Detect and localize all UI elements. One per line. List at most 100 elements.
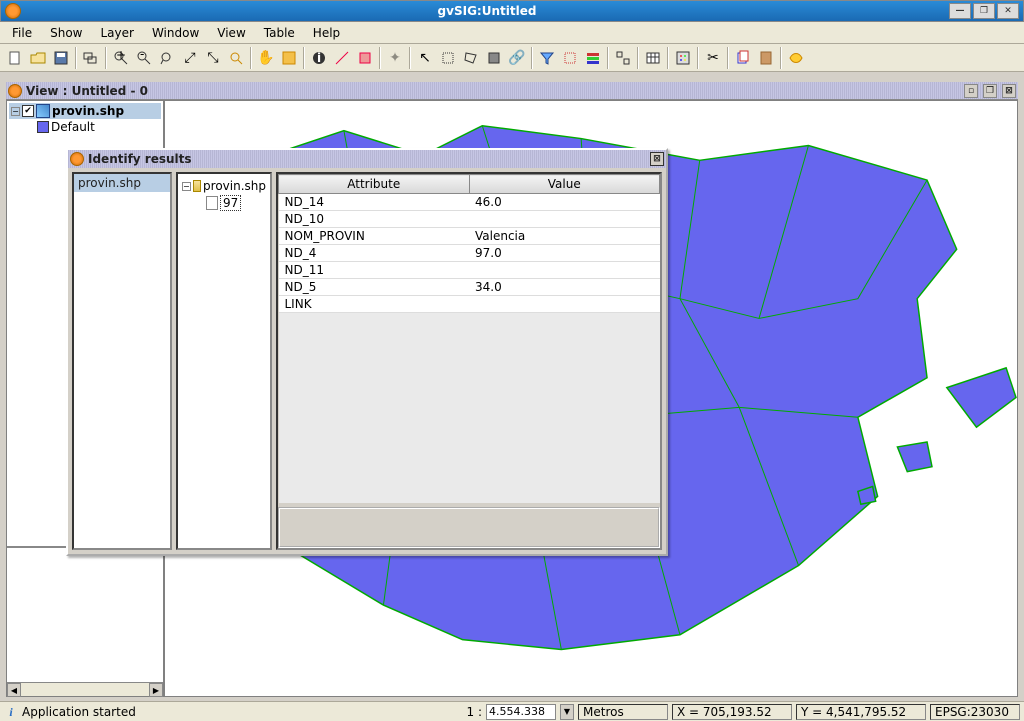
open-icon[interactable] <box>27 47 49 69</box>
table-row[interactable]: NOM_PROVINValencia <box>279 228 660 245</box>
info-icon: i <box>4 705 18 719</box>
tree-root-label: provin.shp <box>203 179 266 193</box>
scale-input[interactable] <box>486 704 556 720</box>
select-poly-icon[interactable] <box>460 47 482 69</box>
tree-toggle-icon[interactable]: − <box>11 107 20 116</box>
value-cell <box>469 296 660 313</box>
table-row[interactable]: ND_11 <box>279 262 660 279</box>
value-cell: Valencia <box>469 228 660 245</box>
menu-help[interactable]: Help <box>305 24 348 42</box>
status-bar: i Application started 1 : ▼ Metros X = 7… <box>0 701 1024 721</box>
menu-show[interactable]: Show <box>42 24 90 42</box>
table-row[interactable]: ND_1446.0 <box>279 194 660 211</box>
view-manager-icon[interactable] <box>80 47 102 69</box>
value-cell <box>469 211 660 228</box>
toc-layer-row[interactable]: − ✔ provin.shp <box>9 103 161 119</box>
toc-legend-row[interactable]: Default <box>9 119 161 135</box>
table-icon[interactable] <box>642 47 664 69</box>
identify-layer-item[interactable]: provin.shp <box>74 174 170 192</box>
identify-feature-tree[interactable]: − provin.shp 97 <box>176 172 272 550</box>
view-iconify-button[interactable]: ▫ <box>964 84 978 98</box>
zoom-prev-icon[interactable] <box>156 47 178 69</box>
app-icon <box>5 3 21 19</box>
full-extent-icon[interactable]: ⤢ <box>179 47 201 69</box>
identify-icon[interactable]: i <box>308 47 330 69</box>
scroll-right-icon[interactable]: ▶ <box>149 683 163 697</box>
zoom-selection-icon[interactable] <box>225 47 247 69</box>
select-rect-icon[interactable] <box>437 47 459 69</box>
table-row[interactable]: ND_497.0 <box>279 245 660 262</box>
locate-icon[interactable] <box>612 47 634 69</box>
raster-icon[interactable] <box>672 47 694 69</box>
tree-root-node[interactable]: − provin.shp <box>182 178 266 194</box>
table-row[interactable]: ND_10 <box>279 211 660 228</box>
toolbar-separator <box>303 47 305 69</box>
identify-layer-list[interactable]: provin.shp <box>72 172 172 550</box>
toolbar: + - ⤢ ⤡ ✋ i ✦ ↖ 🔗 ✂ <box>0 44 1024 72</box>
zoom-layer-icon[interactable]: ⤡ <box>202 47 224 69</box>
epsg-cell: EPSG:23030 <box>930 704 1020 720</box>
link-icon[interactable]: 🔗 <box>506 47 528 69</box>
identify-results-dialog[interactable]: Identify results ⊠ provin.shp − provin.s… <box>66 148 668 556</box>
layer-visibility-checkbox[interactable]: ✔ <box>22 105 34 117</box>
menu-bar: File Show Layer Window View Table Help <box>0 22 1024 44</box>
svg-text:-: - <box>140 50 144 61</box>
folder-icon <box>193 180 201 192</box>
copy-icon[interactable] <box>732 47 754 69</box>
geoprocess-icon[interactable] <box>785 47 807 69</box>
identify-icon <box>70 152 84 166</box>
table-row[interactable]: ND_534.0 <box>279 279 660 296</box>
tree-feature-label: 97 <box>220 195 241 211</box>
table-row[interactable]: LINK <box>279 296 660 313</box>
new-icon[interactable] <box>4 47 26 69</box>
minimize-button[interactable]: — <box>949 3 971 19</box>
window-titlebar: gvSIG:Untitled — ❐ ✕ <box>0 0 1024 22</box>
extent-frame-icon[interactable] <box>278 47 300 69</box>
scroll-left-icon[interactable]: ◀ <box>7 683 21 697</box>
attr-cell: LINK <box>279 296 470 313</box>
coord-y-cell: Y = 4,541,795.52 <box>796 704 926 720</box>
clear-sel-icon[interactable] <box>559 47 581 69</box>
zoom-out-icon[interactable]: - <box>133 47 155 69</box>
view-restore-button[interactable]: ❐ <box>983 84 997 98</box>
invert-sel-icon[interactable] <box>483 47 505 69</box>
attr-header[interactable]: Attribute <box>279 175 470 194</box>
save-icon[interactable] <box>50 47 72 69</box>
filter-icon[interactable] <box>536 47 558 69</box>
identify-close-button[interactable]: ⊠ <box>650 152 664 166</box>
attribute-table[interactable]: Attribute Value ND_1446.0 ND_10 NOM_PROV… <box>278 174 660 503</box>
close-button[interactable]: ✕ <box>997 3 1019 19</box>
value-header[interactable]: Value <box>469 175 660 194</box>
pan-icon[interactable]: ✋ <box>255 47 277 69</box>
toolbar-separator <box>607 47 609 69</box>
toolbar-separator <box>637 47 639 69</box>
identify-detail-panel <box>278 507 660 549</box>
paste-icon[interactable] <box>755 47 777 69</box>
menu-layer[interactable]: Layer <box>92 24 141 42</box>
menu-table[interactable]: Table <box>256 24 303 42</box>
toolbar-separator <box>409 47 411 69</box>
menu-file[interactable]: File <box>4 24 40 42</box>
document-icon <box>206 196 218 210</box>
pointer-icon[interactable]: ↖ <box>414 47 436 69</box>
tree-feature-node[interactable]: 97 <box>206 194 266 212</box>
tools-icon[interactable]: ✂ <box>702 47 724 69</box>
toolbar-separator <box>531 47 533 69</box>
zoom-in-icon[interactable]: + <box>110 47 132 69</box>
attributes-icon[interactable] <box>582 47 604 69</box>
identify-dialog-titlebar[interactable]: Identify results ⊠ <box>68 150 666 168</box>
menu-view[interactable]: View <box>209 24 253 42</box>
menu-window[interactable]: Window <box>144 24 207 42</box>
measure-dist-icon[interactable] <box>331 47 353 69</box>
shapefile-icon <box>36 104 50 118</box>
value-cell: 97.0 <box>469 245 660 262</box>
maximize-button[interactable]: ❐ <box>973 3 995 19</box>
toolbar-separator <box>780 47 782 69</box>
measure-area-icon[interactable] <box>354 47 376 69</box>
window-title: gvSIG:Untitled <box>27 4 947 18</box>
view-close-button[interactable]: ⊠ <box>1002 84 1016 98</box>
tree-toggle-icon[interactable]: − <box>182 182 191 191</box>
toc-scrollbar[interactable]: ◀ ▶ <box>7 682 163 696</box>
scale-dropdown-button[interactable]: ▼ <box>560 704 574 720</box>
attr-cell: ND_4 <box>279 245 470 262</box>
